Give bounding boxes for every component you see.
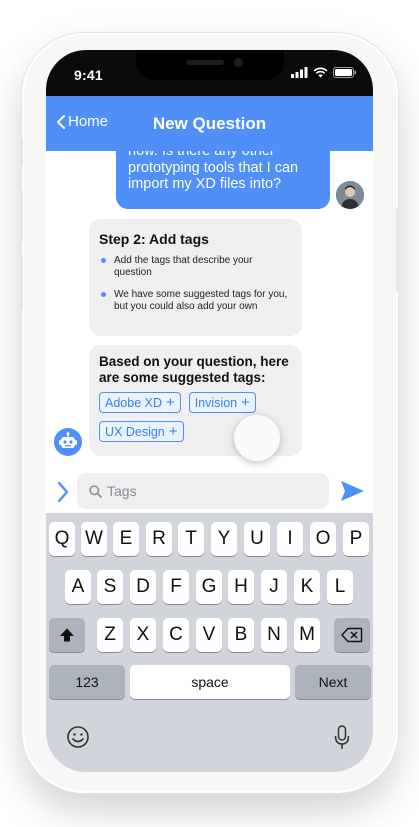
chat-area[interactable]: now. Is there any other prototyping tool… [46,151,373,471]
tag-label: Adobe XD [105,395,162,410]
speaker-grille [186,60,224,65]
tag-adobe-xd[interactable]: Adobe XD + [99,392,181,413]
bullet-text: Add the tags that describe your question [114,255,253,278]
user-avatar [336,181,364,209]
step-title: Step 2: Add tags [99,231,209,247]
space-key[interactable]: space [130,665,290,699]
key-k[interactable]: K [294,570,320,604]
bullet-text: We have some suggested tags for you, but… [114,289,288,312]
key-c[interactable]: C [163,618,189,652]
touch-indicator [234,415,280,461]
status-time: 9:41 [74,67,103,83]
key-q[interactable]: Q [49,522,75,556]
search-icon [89,484,102,498]
key-p[interactable]: P [343,522,369,556]
suggested-tags-title: Based on your question, here are some su… [99,354,289,385]
tag-label: UX Design [105,424,165,439]
tag-row: Adobe XD + Invision + [99,392,292,413]
backspace-key[interactable] [334,618,370,652]
key-d[interactable]: D [130,570,156,604]
chevron-right-icon[interactable] [55,479,71,505]
message-line: now. Is there any other [128,151,275,159]
bullet-dot [101,292,106,297]
tag-label: Invision [194,395,238,410]
key-n[interactable]: N [261,618,287,652]
key-f[interactable]: F [163,570,189,604]
nav-bar: Home New Question [46,96,373,151]
page-title: New Question [152,114,267,133]
mute-switch [20,138,23,166]
volume-up-button [20,190,23,242]
notch [136,50,284,80]
key-a[interactable]: A [65,570,91,604]
status-bar: 9:41 [46,50,373,96]
key-u[interactable]: U [244,522,270,556]
numbers-key[interactable]: 123 [49,665,125,699]
tag-invision[interactable]: Invision + [188,392,256,413]
key-v[interactable]: V [196,618,222,652]
key-r[interactable]: R [146,522,172,556]
key-i[interactable]: I [277,522,303,556]
key-e[interactable]: E [113,522,139,556]
shift-icon [60,628,74,642]
shift-key[interactable] [49,618,85,652]
bot-avatar [54,428,82,456]
list-item: We have some suggested tags for you, but… [99,289,292,313]
signal-icon [291,67,308,78]
send-icon[interactable] [339,478,365,504]
plus-icon: + [241,394,250,411]
key-h[interactable]: H [228,570,254,604]
key-o[interactable]: O [310,522,336,556]
battery-icon [333,67,356,78]
microphone-icon[interactable] [334,725,350,751]
tags-search-field[interactable] [77,473,329,509]
key-z[interactable]: Z [97,618,123,652]
key-s[interactable]: S [97,570,123,604]
key-y[interactable]: Y [211,522,237,556]
message-line: import my XD files into? [128,176,282,192]
list-item: Add the tags that describe your question [99,255,292,279]
tag-ux-design[interactable]: UX Design + [99,421,184,442]
keyboard: Q W E R T Y U I O P A S D F G H J K L Z … [46,513,373,772]
step-card: Step 2: Add tags Add the tags that descr… [89,219,302,336]
key-b[interactable]: B [228,618,254,652]
volume-down-button [20,256,23,308]
bullet-dot [101,258,106,263]
key-x[interactable]: X [130,618,156,652]
plus-icon: + [168,423,178,440]
key-w[interactable]: W [81,522,107,556]
key-m[interactable]: M [294,618,320,652]
key-j[interactable]: J [261,570,287,604]
status-icons [291,67,357,78]
tags-input[interactable] [107,483,307,499]
input-bar [46,471,373,513]
backspace-icon [341,627,363,643]
user-message-bubble: now. Is there any other prototyping tool… [116,151,330,209]
power-button [396,208,399,292]
key-l[interactable]: L [327,570,353,604]
key-t[interactable]: T [178,522,204,556]
plus-icon: + [165,394,175,411]
key-g[interactable]: G [196,570,222,604]
next-key[interactable]: Next [295,665,371,699]
robot-icon [59,432,77,448]
phone-screen: 9:41 Home New Question now. Is there any… [46,50,373,772]
wifi-icon [313,67,328,78]
message-line: prototyping tools that I can [128,159,299,176]
front-camera [234,58,243,67]
emoji-icon[interactable] [66,725,90,749]
